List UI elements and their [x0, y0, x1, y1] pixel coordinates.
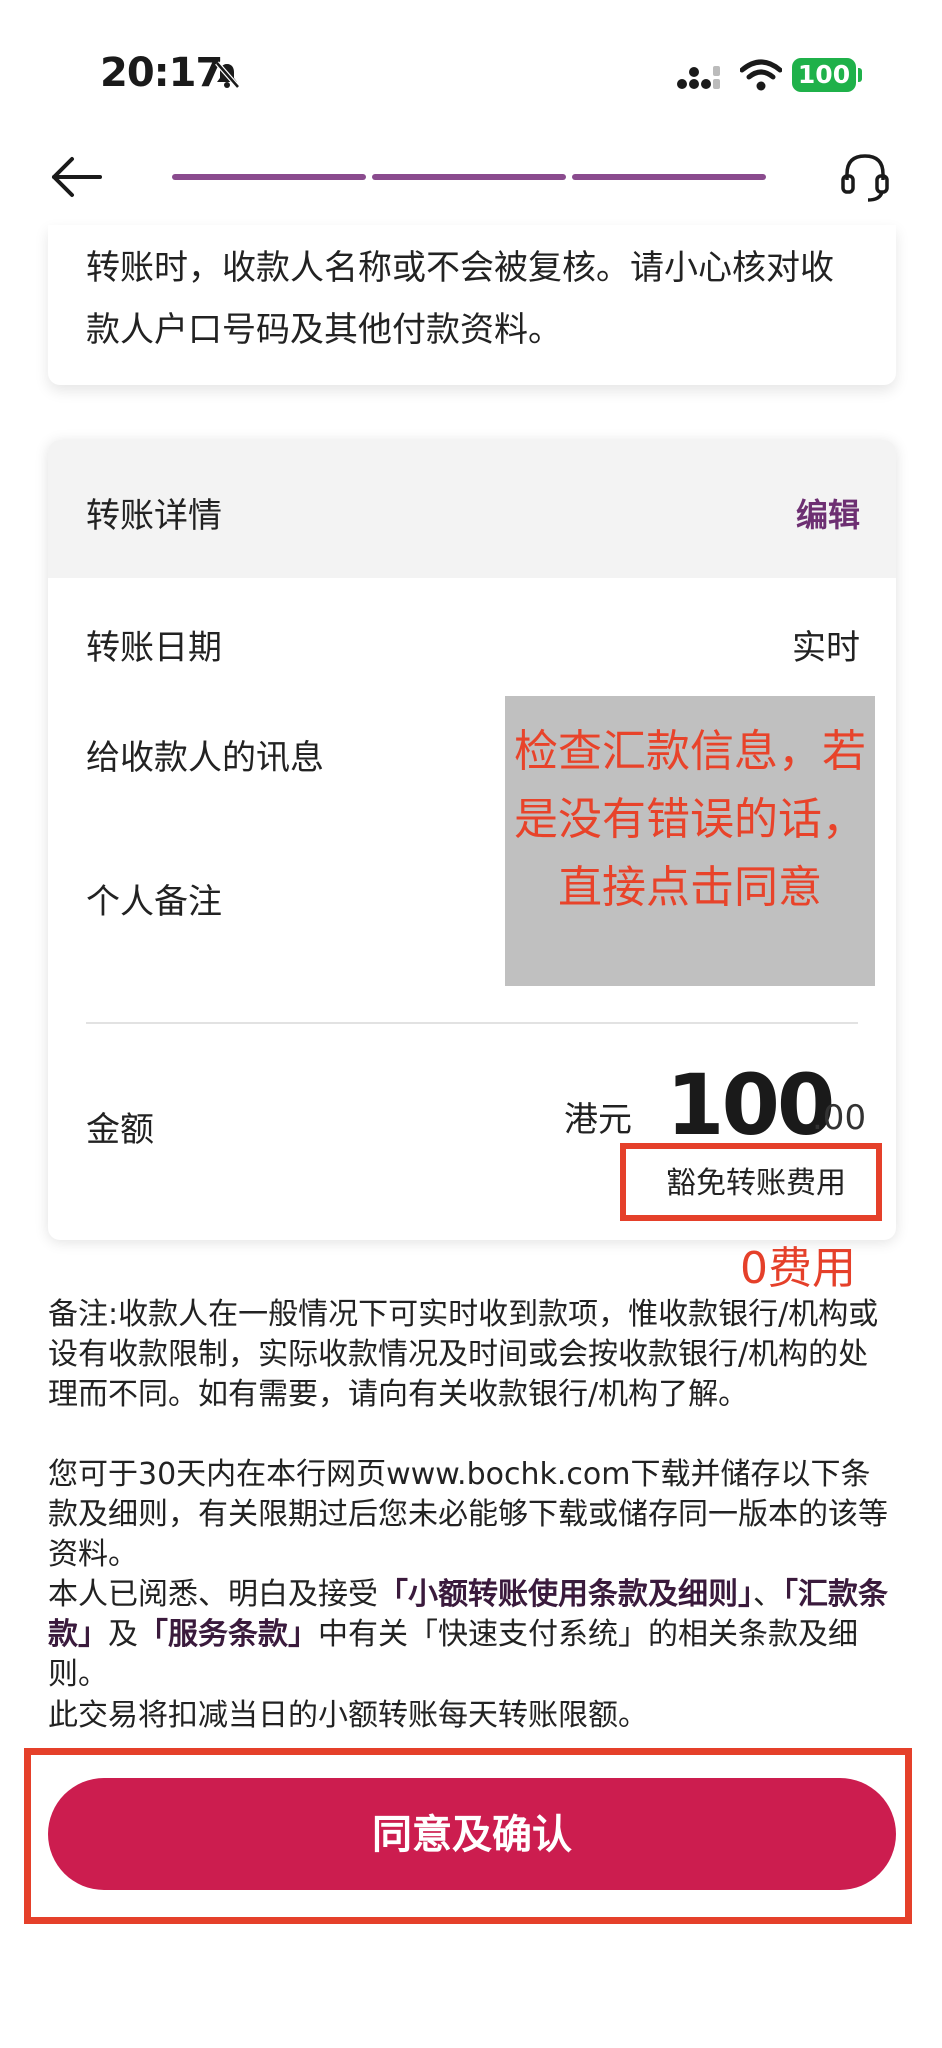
progress-step-1 [172, 174, 366, 180]
acceptance-text-a: 本人已阅悉、明白及接受 [48, 1577, 378, 1612]
amount-integer: 100 [666, 1056, 835, 1154]
back-arrow-icon[interactable] [48, 155, 104, 199]
daily-limit-note: 此交易将扣减当日的小额转账每天转账限额。 [48, 1698, 648, 1733]
acceptance-text-c: 及 [108, 1617, 138, 1652]
link-small-transfer-terms[interactable]: 「小额转账使用条款及细则」 [378, 1577, 753, 1612]
personal-note-label: 个人备注 [86, 882, 222, 922]
progress-step-3 [572, 174, 766, 180]
remarks-section: 备注:收款人在一般情况下可实时收到款项，惟收款银行/机构或设有收款限制，实际收款… [48, 1295, 896, 1735]
amount-label: 金额 [86, 1110, 154, 1150]
wifi-icon [740, 59, 782, 91]
payee-notice-card: 转账时，收款人名称或不会被复核。请小心核对收款人户口号码及其他付款资料。 [48, 225, 896, 385]
payee-notice-text: 转账时，收款人名称或不会被复核。请小心核对收款人户口号码及其他付款资料。 [86, 248, 834, 350]
customer-service-headset-icon[interactable] [840, 150, 890, 204]
battery-indicator: 100 [792, 58, 856, 92]
transfer-date-value: 实时 [792, 628, 860, 668]
transfer-detail-title: 转账详情 [86, 496, 222, 536]
transfer-date-label: 转账日期 [86, 628, 222, 668]
progress-step-2 [372, 174, 566, 180]
status-time: 20:17 [100, 50, 223, 96]
acceptance-text-b: 、 [753, 1577, 783, 1612]
payee-message-label: 给收款人的讯息 [86, 738, 324, 778]
fee-highlight-frame [620, 1143, 882, 1221]
agree-confirm-button[interactable]: 同意及确认 [48, 1778, 896, 1890]
annotation-overlay-text: 检查汇款信息，若是没有错误的话，直接点击同意 [514, 726, 866, 913]
amount-decimal: .00 [812, 1098, 867, 1138]
zero-fee-annotation: 0费用 [740, 1243, 856, 1294]
remarks-receipt-note: 备注:收款人在一般情况下可实时收到款项，惟收款银行/机构或设有收款限制，实际收款… [48, 1297, 879, 1412]
remarks-download-note: 您可于30天内在本行网页www.bochk.com下载并储存以下条款及细则，有关… [48, 1457, 888, 1572]
divider [86, 1022, 858, 1024]
bell-muted-icon [215, 61, 240, 89]
amount-currency: 港元 [564, 1100, 632, 1140]
cellular-signal-icon [677, 66, 720, 89]
battery-tip [858, 68, 862, 82]
link-service-terms[interactable]: 「服务条款」 [138, 1617, 318, 1652]
remarks-acceptance: 本人已阅悉、明白及接受「小额转账使用条款及细则」、「汇款条款」及「服务条款」中有… [48, 1575, 896, 1695]
edit-link[interactable]: 编辑 [796, 490, 860, 536]
